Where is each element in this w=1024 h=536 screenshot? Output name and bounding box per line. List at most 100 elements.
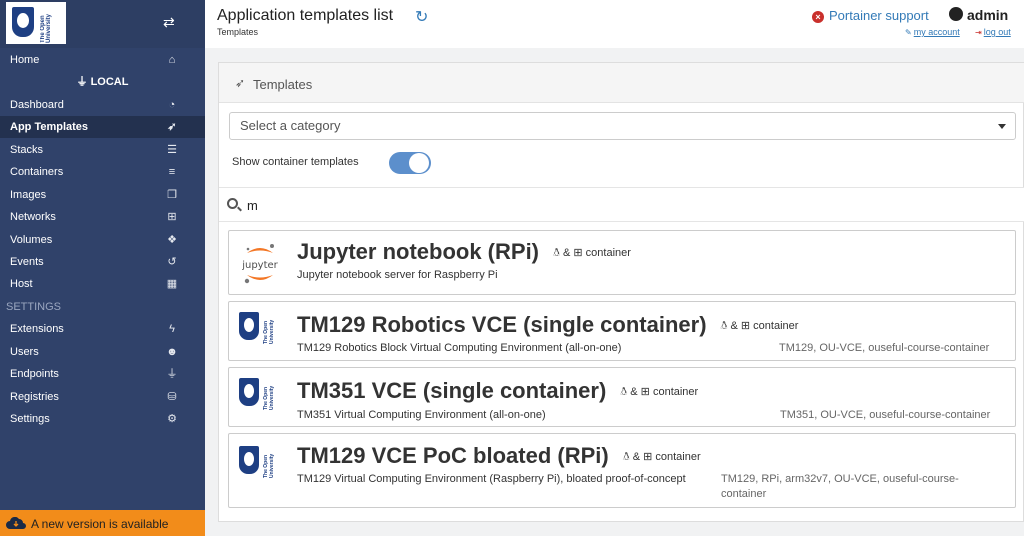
template-description: TM129 Virtual Computing Environment (Ras… <box>297 473 686 485</box>
sidebar-item-extensions[interactable]: Extensions ϟ <box>0 318 205 340</box>
template-platform: 🐧︎ & ⊞ container <box>620 386 699 398</box>
home-icon: ⌂ <box>168 54 176 66</box>
rocket-icon: ➶ <box>167 121 177 133</box>
update-banner[interactable]: A new version is available <box>0 510 205 536</box>
th-list-icon: ☰ <box>167 144 177 156</box>
ou-shield-icon <box>12 7 34 37</box>
sidebar-item-containers[interactable]: Containers ≡ <box>0 161 205 183</box>
linux-icon: 🐧︎ <box>620 386 628 398</box>
sidebar-item-home[interactable]: Home ⌂ <box>0 49 205 71</box>
sidebar-item-label: Events <box>10 256 44 268</box>
template-categories: TM351, OU-VCE, ouseful-course-container <box>780 409 991 421</box>
user-menu[interactable]: admin <box>949 7 1008 23</box>
ou-logo: The Open University <box>235 374 283 424</box>
sidebar-item-label: Volumes <box>10 234 53 246</box>
rocket-icon: ➶ <box>235 76 246 90</box>
template-card[interactable]: jupyter Jupyter notebook (RPi) 🐧︎ & ⊞ co… <box>228 230 1016 295</box>
sidebar-item-registries[interactable]: Registries ⛁ <box>0 386 205 408</box>
database-icon: ⛁ <box>167 391 177 403</box>
linux-icon: 🐧︎ <box>553 247 560 259</box>
ou-logo: The Open University <box>235 442 283 492</box>
template-platform: 🐧︎ & ⊞ container <box>720 320 799 332</box>
template-description: TM129 Robotics Block Virtual Computing E… <box>297 342 622 354</box>
dashboard-icon: ◔ <box>168 99 176 111</box>
sidebar-item-volumes[interactable]: Volumes ❖ <box>0 229 205 251</box>
sidebar-item-images[interactable]: Images ❐ <box>0 184 205 206</box>
logo-text: The Open University <box>40 13 52 43</box>
sidebar-toggle-icon[interactable]: ⇄ <box>163 14 183 30</box>
template-card[interactable]: The Open University TM351 VCE (single co… <box>228 367 1016 427</box>
sidebar-item-label: Stacks <box>10 144 44 156</box>
template-title: Jupyter notebook (RPi) 🐧︎ & ⊞ container <box>297 239 631 264</box>
template-title: TM351 VCE (single container) 🐧︎ & ⊞ cont… <box>297 378 699 403</box>
logout-link[interactable]: ⇥ log out <box>975 27 1011 37</box>
sidebar-item-label: Registries <box>10 391 59 403</box>
ou-logo: The Open University <box>235 308 283 358</box>
template-title: TM129 VCE PoC bloated (RPi) 🐧︎ & ⊞ conta… <box>297 443 701 468</box>
sidebar-item-endpoints[interactable]: Endpoints ⏚ <box>0 363 205 385</box>
linux-icon: 🐧︎ <box>622 451 630 463</box>
template-card[interactable]: The Open University TM129 VCE PoC bloate… <box>228 433 1016 508</box>
sidebar-item-settings[interactable]: Settings ⚙ <box>0 408 205 430</box>
sidebar-header: The Open University ⇄ <box>0 0 205 48</box>
show-container-templates-label: Show container templates <box>232 156 359 168</box>
support-icon: × <box>812 11 824 23</box>
template-description: Jupyter notebook server for Raspberry Pi <box>297 269 498 281</box>
windows-icon: ⊞ <box>640 386 650 398</box>
logo-text: The Open University <box>263 385 275 410</box>
category-select-value: Select a category <box>240 118 341 133</box>
ou-shield-icon <box>239 312 259 340</box>
panel-header: ➶ Templates <box>219 63 1024 103</box>
sidebar: The Open University ⇄ Home ⌂ ⏚ LOCAL Das… <box>0 0 205 536</box>
sidebar-item-dashboard[interactable]: Dashboard ◔ <box>0 94 205 116</box>
cogs-icon: ⚙ <box>167 413 177 425</box>
svg-text:jupyter: jupyter <box>241 260 278 271</box>
category-select[interactable]: Select a category <box>229 112 1016 140</box>
th-icon: ▦ <box>166 278 178 290</box>
ou-shield-icon <box>239 378 259 406</box>
sidebar-item-stacks[interactable]: Stacks ☰ <box>0 139 205 161</box>
server-icon: ≡ <box>168 166 176 178</box>
endpoint-title: ⏚ LOCAL <box>76 76 129 88</box>
bolt-icon: ϟ <box>169 323 175 335</box>
breadcrumb: Templates <box>217 27 259 37</box>
my-account-link[interactable]: ✎ my account <box>905 27 960 37</box>
settings-section-header: SETTINGS <box>6 301 62 313</box>
sidebar-item-label: Home <box>10 54 40 66</box>
template-description: TM351 Virtual Computing Environment (all… <box>297 409 546 421</box>
sidebar-item-label: App Templates <box>10 121 89 133</box>
windows-icon: ⊞ <box>573 247 583 259</box>
logo-text: The Open University <box>263 453 275 478</box>
template-platform: 🐧︎ & ⊞ container <box>622 451 701 463</box>
template-card[interactable]: The Open University TM129 Robotics VCE (… <box>228 301 1016 361</box>
template-categories: TM129, RPi, arm32v7, OU-VCE, ouseful-cou… <box>721 473 959 500</box>
jupyter-logo: jupyter <box>241 244 279 284</box>
sidebar-item-events[interactable]: Events ↺ <box>0 251 205 273</box>
sidebar-item-networks[interactable]: Networks ⊞ <box>0 206 205 228</box>
windows-icon: ⊞ <box>740 320 751 332</box>
ou-logo[interactable]: The Open University <box>6 2 66 44</box>
cloud-download-icon <box>6 517 26 529</box>
cubes-icon: ❖ <box>167 234 177 246</box>
sidebar-item-app-templates[interactable]: App Templates ➶ <box>0 116 205 138</box>
sidebar-item-label: Extensions <box>10 323 64 335</box>
portainer-support-link[interactable]: × Portainer support <box>812 8 929 23</box>
sidebar-item-host[interactable]: Host ▦ <box>0 273 205 295</box>
update-banner-text: A new version is available <box>31 517 169 531</box>
sidebar-item-users[interactable]: Users ☻ <box>0 341 205 363</box>
templates-panel: ➶ Templates Select a category Show conta… <box>218 62 1024 522</box>
user-circle-icon <box>949 7 963 21</box>
ou-shield-icon <box>239 446 259 474</box>
sidebar-item-label: Settings <box>10 413 50 425</box>
search-input[interactable] <box>247 194 947 216</box>
sidebar-item-label: Dashboard <box>10 99 64 111</box>
page-title: Application templates list <box>217 7 394 24</box>
toggle-knob <box>409 153 429 173</box>
search-icon <box>227 198 238 209</box>
plug-icon: ⏚ <box>166 368 178 380</box>
clone-icon: ❐ <box>167 189 177 201</box>
template-categories: TM129, OU-VCE, ouseful-course-container <box>779 342 990 354</box>
show-container-templates-toggle[interactable] <box>389 152 431 174</box>
refresh-icon[interactable]: ↻ <box>415 7 428 27</box>
sidebar-item-label: Containers <box>10 166 64 178</box>
